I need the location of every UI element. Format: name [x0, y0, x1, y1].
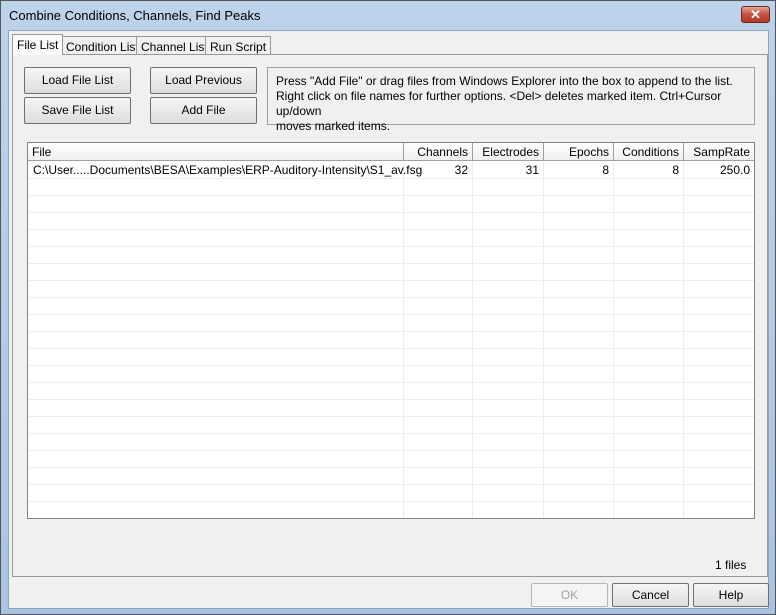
- grid-line: [613, 161, 614, 518]
- table-cell[interactable]: 8: [614, 161, 684, 178]
- column-header[interactable]: Epochs: [544, 143, 614, 161]
- grid-line: [28, 212, 754, 213]
- grid-line: [28, 433, 754, 434]
- grid-line: [28, 195, 754, 196]
- grid-line: [28, 501, 754, 502]
- grid-line: [403, 161, 404, 518]
- grid-line: [28, 484, 754, 485]
- tab-channel-list[interactable]: Channel List: [136, 36, 213, 54]
- instructions-line: moves marked items.: [276, 119, 391, 133]
- column-header[interactable]: Conditions: [614, 143, 684, 161]
- tab-condition-list[interactable]: Condition List: [61, 36, 144, 54]
- file-list-panel: Load File List Save File List Load Previ…: [12, 54, 768, 577]
- column-header[interactable]: Electrodes: [473, 143, 544, 161]
- dialog-window: Combine Conditions, Channels, Find Peaks…: [0, 0, 776, 615]
- instructions-line: Press "Add File" or drag files from Wind…: [276, 74, 733, 88]
- grid-line: [28, 518, 754, 519]
- grid-line: [28, 246, 754, 247]
- close-icon: ✕: [750, 7, 761, 22]
- file-table[interactable]: File Channels Electrodes Epochs Conditions Sa…: [27, 142, 755, 519]
- table-cell[interactable]: 32: [404, 161, 473, 178]
- grid-line: [28, 416, 754, 417]
- cancel-button[interactable]: Cancel: [612, 583, 689, 607]
- table-cell[interactable]: C:\User.....Documents\BESA\Examples\ERP-…: [28, 161, 422, 178]
- column-header[interactable]: SampRate: [684, 143, 754, 161]
- grid-line: [28, 365, 754, 366]
- file-count: 1 files: [715, 558, 747, 572]
- instructions-box: Press "Add File" or drag files from Wind…: [267, 67, 755, 133]
- add-file-button[interactable]: Add File: [150, 97, 257, 124]
- grid-line: [28, 348, 754, 349]
- grid-line: [28, 178, 754, 179]
- grid-line: [28, 314, 754, 315]
- table-cell[interactable]: 250.0: [684, 161, 754, 178]
- grid-line: [28, 297, 754, 298]
- grid-line: [28, 382, 754, 383]
- grid-line: [28, 280, 754, 281]
- tab-file-list[interactable]: File List: [12, 34, 64, 55]
- grid-line: [28, 229, 754, 230]
- table-cell[interactable]: 8: [544, 161, 614, 178]
- title-bar[interactable]: Combine Conditions, Channels, Find Peaks…: [1, 1, 775, 30]
- table-cell[interactable]: 31: [473, 161, 544, 178]
- grid-line: [683, 161, 684, 518]
- instructions-line: Right click on file names for further op…: [276, 89, 722, 118]
- grid-line: [28, 263, 754, 264]
- load-file-list-button[interactable]: Load File List: [24, 67, 131, 94]
- column-header[interactable]: Channels: [404, 143, 473, 161]
- grid-line: [28, 450, 754, 451]
- grid-line: [28, 399, 754, 400]
- load-previous-button[interactable]: Load Previous: [150, 67, 257, 94]
- close-button[interactable]: ✕: [741, 6, 770, 23]
- tab-run-script[interactable]: Run Script: [205, 36, 272, 54]
- grid-line: [472, 161, 473, 518]
- save-file-list-button[interactable]: Save File List: [24, 97, 131, 124]
- window-title: Combine Conditions, Channels, Find Peaks: [9, 8, 261, 23]
- ok-button[interactable]: OK: [531, 583, 608, 607]
- grid-line: [28, 467, 754, 468]
- client-area: File List Condition List Channel List Ru…: [8, 30, 769, 609]
- column-header[interactable]: File: [28, 143, 404, 161]
- help-button[interactable]: Help: [693, 583, 769, 607]
- grid-line: [543, 161, 544, 518]
- grid-line: [28, 331, 754, 332]
